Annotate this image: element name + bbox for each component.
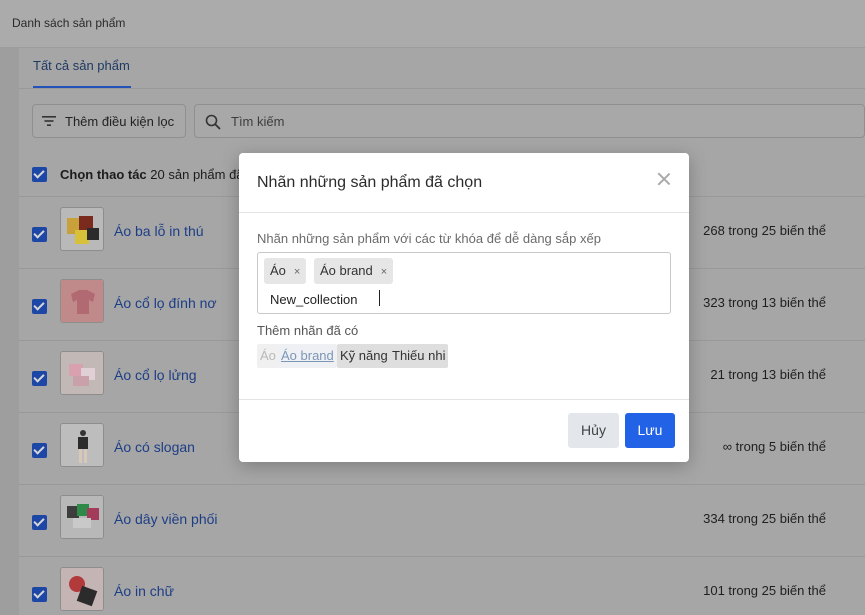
product-name[interactable]: Áo có slogan	[114, 439, 195, 455]
product-thumbnail	[60, 423, 104, 467]
product-stock: ∞ trong 5 biến thể	[722, 439, 826, 454]
tags-field-label: Nhãn những sản phẩm với các từ khóa để d…	[257, 231, 601, 246]
product-stock: 101 trong 25 biến thể	[703, 583, 826, 598]
table-row[interactable]: Áo in chữ 101 trong 25 biến thể	[19, 556, 865, 615]
row-checkbox[interactable]	[32, 299, 47, 314]
product-name[interactable]: Áo ba lỗ in thú	[114, 223, 204, 239]
tag-chip: Áo ×	[264, 258, 307, 284]
existing-tag[interactable]: Thiếu nhi	[389, 344, 449, 368]
save-button[interactable]: Lưu	[625, 413, 675, 448]
tag-chip-label: Áo brand	[320, 263, 373, 278]
search-icon	[205, 114, 221, 130]
cancel-button[interactable]: Hủy	[568, 413, 619, 448]
product-name[interactable]: Áo cổ lọ lửng	[114, 367, 197, 383]
selected-count: 20 sản phẩm đã	[150, 167, 244, 182]
tag-products-dialog: Nhãn những sản phẩm đã chọn Nhãn những s…	[239, 153, 689, 462]
existing-tags-label: Thêm nhãn đã có	[257, 323, 359, 338]
new-tag-input[interactable]	[270, 290, 650, 308]
existing-tag: Áo	[257, 344, 279, 368]
product-thumbnail	[60, 351, 104, 395]
product-thumbnail	[60, 207, 104, 251]
row-checkbox[interactable]	[32, 443, 47, 458]
row-checkbox[interactable]	[32, 515, 47, 530]
left-gutter	[0, 48, 19, 615]
product-stock: 268 trong 25 biến thể	[703, 223, 826, 238]
remove-tag-icon[interactable]: ×	[381, 266, 387, 278]
product-name[interactable]: Áo cổ lọ đính nơ	[114, 295, 217, 311]
row-checkbox[interactable]	[32, 227, 47, 242]
dialog-footer-divider	[239, 399, 689, 400]
existing-tag[interactable]: Áo brand	[278, 344, 337, 368]
product-stock: 334 trong 25 biến thể	[703, 511, 826, 526]
table-row[interactable]: Áo dây viền phối 334 trong 25 biến thể	[19, 484, 865, 556]
select-all-checkbox[interactable]	[32, 167, 47, 182]
row-checkbox[interactable]	[32, 371, 47, 386]
dialog-title: Nhãn những sản phẩm đã chọn	[257, 174, 483, 191]
tabs-divider	[19, 88, 865, 89]
add-filter-label: Thêm điều kiện lọc	[65, 114, 175, 129]
remove-tag-icon[interactable]: ×	[294, 266, 300, 278]
product-thumbnail	[60, 567, 104, 611]
search-placeholder: Tìm kiếm	[231, 114, 285, 129]
add-filter-button[interactable]: Thêm điều kiện lọc	[32, 104, 186, 138]
close-icon[interactable]	[655, 170, 673, 188]
page-title: Danh sách sản phẩm	[12, 16, 126, 30]
search-input[interactable]: Tìm kiếm	[194, 104, 865, 138]
tag-chip-label: Áo	[270, 263, 286, 278]
text-caret	[379, 290, 380, 306]
product-name[interactable]: Áo in chữ	[114, 583, 174, 599]
product-stock: 323 trong 13 biến thể	[703, 295, 826, 310]
bulk-action-bar: Chọn thao tác 20 sản phẩm đã	[60, 167, 244, 182]
top-bar: Danh sách sản phẩm	[0, 0, 865, 48]
dialog-header-divider	[239, 212, 689, 213]
tags-field[interactable]: Áo × Áo brand ×	[257, 252, 671, 314]
product-stock: 21 trong 13 biến thể	[710, 367, 826, 382]
filter-icon	[42, 116, 56, 126]
product-name[interactable]: Áo dây viền phối	[114, 511, 218, 527]
existing-tag[interactable]: Kỹ năng	[337, 344, 391, 368]
row-checkbox[interactable]	[32, 587, 47, 602]
bulk-action-label[interactable]: Chọn thao tác	[60, 167, 147, 182]
tag-chip: Áo brand ×	[314, 258, 394, 284]
product-thumbnail	[60, 495, 104, 539]
tab-all-products[interactable]: Tất cả sản phẩm	[33, 58, 130, 73]
product-thumbnail	[60, 279, 104, 323]
